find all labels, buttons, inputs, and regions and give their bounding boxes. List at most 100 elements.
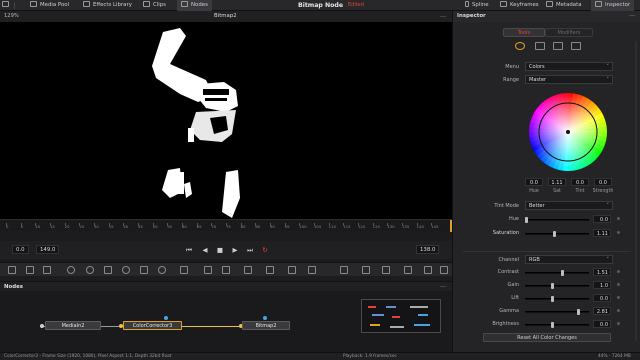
hue-slider[interactable]	[525, 217, 589, 223]
color-corrector-icon[interactable]	[122, 266, 130, 274]
reset-color-changes-button[interactable]: Reset All Color Changes	[483, 333, 611, 342]
inspector-menu-icon[interactable]: …	[629, 11, 635, 18]
color-wheel[interactable]	[526, 90, 610, 174]
sat-wheel-field[interactable]: 1.11	[548, 178, 566, 186]
stop-button[interactable]: ■	[215, 245, 225, 255]
merge-tool-icon[interactable]	[140, 266, 148, 274]
gamma-value[interactable]: 2.81	[593, 307, 611, 315]
slider-handle[interactable]	[561, 270, 564, 276]
camera3d-tool-icon[interactable]	[266, 266, 274, 274]
tab-modifiers[interactable]: Modifiers	[545, 28, 593, 37]
histogram-tab-icon[interactable]	[553, 42, 563, 50]
nodes-button[interactable]: Nodes	[177, 0, 212, 11]
renderer3d-tool-icon[interactable]	[308, 266, 316, 274]
rectangle-mask-icon[interactable]	[104, 266, 112, 274]
go-to-end-button[interactable]: ⏭	[245, 245, 255, 255]
keyframe-icon[interactable]	[617, 322, 620, 325]
node-minimap[interactable]	[361, 299, 441, 333]
slider-handle[interactable]	[577, 309, 580, 315]
planar-tracker-icon[interactable]	[404, 266, 412, 274]
slider-handle[interactable]	[553, 231, 556, 237]
node-mask-port[interactable]	[164, 316, 168, 320]
keyframe-icon[interactable]	[617, 217, 620, 220]
mask-circle-icon[interactable]	[86, 266, 94, 274]
slider-handle[interactable]	[551, 283, 554, 289]
saturation-slider[interactable]	[525, 231, 589, 237]
node-editor[interactable]: MediaIn2 ColorCorrector3 Bitmap2	[0, 291, 452, 352]
gamma-slider[interactable]	[525, 309, 589, 315]
node-colorcorrector3[interactable]: ColorCorrector3	[123, 321, 182, 330]
strength-wheel-field[interactable]: 0.0	[594, 178, 612, 186]
saturation-value[interactable]: 1.11	[593, 229, 611, 237]
viewer-menu-icon[interactable]: …	[440, 12, 446, 19]
brightness-value[interactable]: 0.0	[593, 320, 611, 328]
go-to-start-button[interactable]: ⏮	[184, 245, 194, 255]
inspector-scrollbar[interactable]	[635, 41, 637, 341]
menu-select[interactable]: Colors ˅	[525, 62, 613, 71]
viewer-canvas[interactable]	[0, 22, 452, 219]
lift-value[interactable]: 0.0	[593, 294, 611, 302]
node-mask-port[interactable]	[263, 316, 267, 320]
brightness-slider[interactable]	[525, 322, 589, 328]
nodes-menu-icon[interactable]: …	[440, 282, 446, 289]
metadata-button[interactable]: Metadata	[546, 0, 582, 11]
hue-value[interactable]: 0.0	[593, 215, 611, 223]
loop-button[interactable]: ↻	[260, 245, 270, 255]
current-frame-field[interactable]: 138.0	[416, 245, 440, 254]
keyer-tool-icon[interactable]	[424, 266, 432, 274]
keyframe-icon[interactable]	[617, 231, 620, 234]
keyframe-icon[interactable]	[617, 270, 620, 273]
spline-button[interactable]: Spline	[465, 0, 489, 11]
slider-handle[interactable]	[551, 322, 554, 328]
contrast-value[interactable]: 1.51	[593, 268, 611, 276]
tint-mode-select[interactable]: Better ˅	[525, 201, 613, 210]
keyframe-icon[interactable]	[617, 309, 620, 312]
tab-tools[interactable]: Tools	[503, 28, 545, 37]
particle-emitter-icon[interactable]	[340, 266, 348, 274]
background-tool-icon[interactable]	[8, 266, 16, 274]
play-reverse-button[interactable]: ◀	[200, 245, 210, 255]
more-tools-icon[interactable]	[440, 266, 448, 274]
paint-tool-icon[interactable]	[26, 266, 34, 274]
polygon-tool-icon[interactable]	[204, 266, 212, 274]
inspector-button[interactable]: Inspector	[591, 0, 635, 11]
range-select[interactable]: Master ˅	[525, 75, 613, 84]
levels-tab-icon[interactable]	[535, 42, 545, 50]
render-end-field[interactable]: 149.0	[36, 245, 60, 254]
timeline-ruler[interactable]: 0 5 10 15 20 25 30 35 40 45 50 55 60 65 70 75 80 85 90 95 10…	[0, 219, 452, 232]
contrast-slider[interactable]	[525, 270, 589, 276]
shape3d-tool-icon[interactable]	[244, 266, 252, 274]
effects-library-button[interactable]: Effects Library	[83, 0, 132, 11]
node-input-port[interactable]	[40, 324, 44, 328]
blur-tool-icon[interactable]	[158, 266, 166, 274]
text-tool-icon[interactable]	[43, 266, 51, 274]
slider-handle[interactable]	[551, 296, 554, 302]
clips-button[interactable]: Clips	[143, 0, 166, 11]
gain-slider[interactable]	[525, 283, 589, 289]
keyframe-icon[interactable]	[617, 296, 620, 299]
lift-slider[interactable]	[525, 296, 589, 302]
keyframe-icon[interactable]	[617, 283, 620, 286]
particles-tool-icon[interactable]	[67, 266, 75, 274]
hue-wheel-field[interactable]: 0.0	[525, 178, 543, 186]
node-bitmap2[interactable]: Bitmap2	[242, 321, 290, 330]
render-start-field[interactable]: 0.0	[12, 245, 29, 254]
particle-render-icon[interactable]	[362, 266, 370, 274]
zoom-dropdown[interactable]: 129%	[4, 13, 19, 19]
tint-wheel-field[interactable]: 0.0	[571, 178, 589, 186]
light-tool-icon[interactable]	[288, 266, 296, 274]
channel-select[interactable]: RGB ˅	[525, 255, 613, 264]
node-mediain2[interactable]: MediaIn2	[45, 321, 101, 330]
transform-tool-icon[interactable]	[180, 266, 188, 274]
play-button[interactable]: ▶	[230, 245, 240, 255]
settings-tab-icon[interactable]	[571, 42, 581, 50]
tracker-tool-icon[interactable]	[382, 266, 390, 274]
metadata-label: Metadata	[556, 2, 582, 8]
workspace-menu-icon[interactable]	[2, 0, 12, 11]
bspline-tool-icon[interactable]	[222, 266, 230, 274]
color-tab-icon[interactable]	[515, 42, 525, 50]
slider-handle[interactable]	[525, 217, 528, 223]
keyframes-button[interactable]: Keyframes	[500, 0, 539, 11]
media-pool-button[interactable]: Media Pool	[30, 0, 69, 11]
gain-value[interactable]: 1.0	[593, 281, 611, 289]
